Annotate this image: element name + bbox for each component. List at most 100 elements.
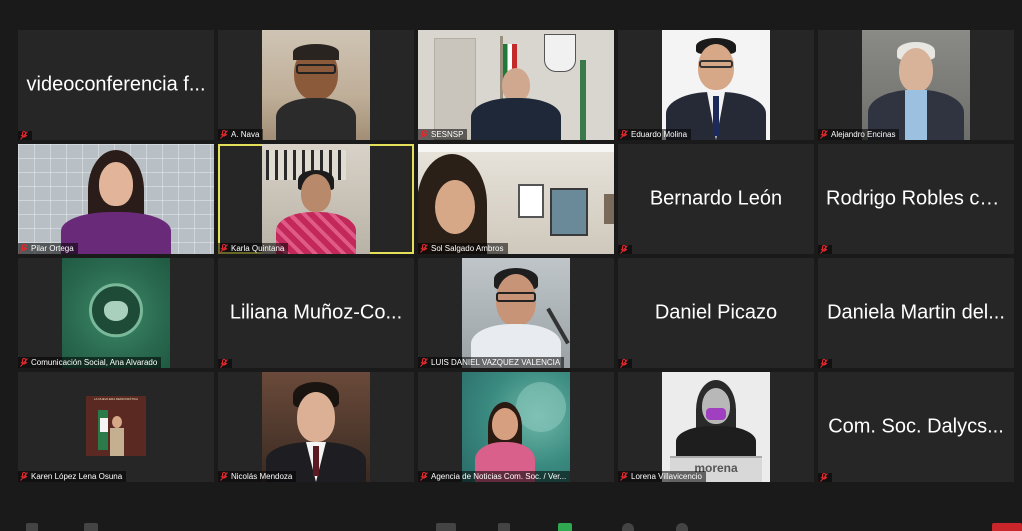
participant-figure [666, 36, 766, 140]
mic-muted-icon [420, 130, 428, 139]
mic-muted-icon [420, 244, 428, 253]
participant-tile[interactable]: Comunicación Social, Ana Alvarado [18, 258, 214, 368]
participant-tile[interactable]: morena Lorena Villavicencio [618, 372, 814, 482]
end-meeting-button[interactable] [992, 523, 1022, 531]
mic-muted-icon [420, 358, 428, 367]
mic-muted-icon [820, 359, 828, 368]
participant-label: Nicolás Mendoza [218, 471, 297, 482]
participant-figure [61, 150, 171, 254]
video-feed [662, 30, 770, 140]
participant-label: Pilar Ortega [18, 243, 78, 254]
mic-muted-icon [820, 473, 828, 482]
participant-tile[interactable]: A. Nava [218, 30, 414, 140]
participant-tile[interactable]: Daniela Martin del... [818, 258, 1014, 368]
participant-label [618, 245, 632, 254]
video-feed [462, 258, 570, 368]
participant-tile[interactable]: LA NUEVA ERA DEMOCRÁTICA Karen López Len… [18, 372, 214, 482]
participant-label: Alejandro Encinas [818, 129, 900, 140]
participant-name: Karen López Lena Osuna [31, 472, 123, 481]
participant-name: Comunicación Social, Ana Alvarado [31, 358, 158, 367]
participant-tile[interactable]: Pilar Ortega [18, 144, 214, 254]
video-feed [18, 144, 214, 254]
participant-tile[interactable]: Sol Salgado Ambros [418, 144, 614, 254]
participant-tile[interactable]: Nicolás Mendoza [218, 372, 414, 482]
participant-label: Karen López Lena Osuna [18, 471, 127, 482]
participant-tile[interactable]: Liliana Muñoz-Co... [218, 258, 414, 368]
participant-display-name: Rodrigo Robles co... [826, 187, 1006, 210]
mic-muted-icon [820, 130, 828, 139]
video-feed [418, 30, 614, 140]
video-feed [418, 144, 614, 254]
participant-name: Nicolás Mendoza [231, 472, 293, 481]
participant-tile[interactable]: Alejandro Encinas [818, 30, 1014, 140]
participant-tile-active-speaker[interactable]: Karla Quintana [218, 144, 414, 254]
participant-name: SESNSP [431, 130, 464, 139]
participant-label: Karla Quintana [218, 243, 289, 254]
participant-label: Eduardo Molina [618, 129, 692, 140]
participant-display-name: Liliana Muñoz-Co... [229, 301, 403, 324]
participant-name: Eduardo Molina [631, 130, 688, 139]
participant-label: Sol Salgado Ambros [418, 243, 508, 254]
participant-name: A. Nava [231, 130, 260, 139]
participant-figure [276, 38, 356, 140]
participant-tile[interactable]: LUIS DANIEL VAZQUEZ VALENCIA [418, 258, 614, 368]
participant-figure [471, 268, 561, 368]
chat-button-icon[interactable] [498, 523, 510, 531]
participant-label [218, 359, 232, 368]
video-button-icon[interactable] [84, 523, 98, 531]
video-feed [862, 30, 970, 140]
mute-button-icon[interactable] [26, 523, 38, 531]
participant-name: LUIS DANIEL VAZQUEZ VALENCIA [431, 358, 561, 367]
participants-button-icon[interactable] [436, 523, 456, 531]
participant-name: Alejandro Encinas [831, 130, 896, 139]
participant-tile[interactable]: Daniel Picazo [618, 258, 814, 368]
participant-tile[interactable]: Eduardo Molina [618, 30, 814, 140]
meeting-toolbar [0, 521, 1022, 531]
participant-tile[interactable]: Rodrigo Robles co... [818, 144, 1014, 254]
participant-tile[interactable]: Bernardo León [618, 144, 814, 254]
participant-display-name: Daniel Picazo [654, 301, 778, 324]
participant-label [618, 359, 632, 368]
participant-label [818, 473, 832, 482]
mic-muted-icon [220, 359, 228, 368]
video-feed: LA NUEVA ERA DEMOCRÁTICA [86, 396, 146, 456]
participant-label: A. Nava [218, 129, 264, 140]
video-feed [262, 30, 370, 140]
participant-label [18, 131, 32, 140]
participant-name: Pilar Ortega [31, 244, 74, 253]
banner-text: LA NUEVA ERA DEMOCRÁTICA [93, 397, 139, 401]
participant-name: Lorena Villavicencio [631, 472, 703, 481]
participant-tile[interactable]: Com. Soc. Dalycs... [818, 372, 1014, 482]
participant-tile[interactable]: videoconferencia f... [18, 30, 214, 140]
participant-figure [868, 40, 964, 140]
participant-tile[interactable]: SESNSP [418, 30, 614, 140]
reactions-button-icon[interactable] [676, 523, 688, 531]
participant-figure [475, 402, 536, 482]
video-feed [262, 144, 370, 254]
participant-label [818, 359, 832, 368]
video-feed [62, 258, 170, 368]
participant-tile[interactable]: Agencia de Noticias Com. Soc. / Ver... [418, 372, 614, 482]
participant-figure [418, 154, 487, 254]
participant-figure [471, 64, 561, 140]
participant-gallery: videoconferencia f... A. Nava SESNSP Edu… [18, 30, 1017, 486]
participant-display-name: Com. Soc. Dalycs... [828, 415, 1004, 438]
mic-muted-icon [620, 245, 628, 254]
mic-muted-icon [20, 131, 28, 140]
mic-muted-icon [20, 472, 28, 481]
mic-muted-icon [20, 244, 28, 253]
mic-muted-icon [220, 244, 228, 253]
mic-muted-icon [220, 130, 228, 139]
participant-label: Agencia de Noticias Com. Soc. / Ver... [418, 471, 571, 482]
participant-display-name: Daniela Martin del... [827, 301, 1005, 324]
share-screen-button-icon[interactable] [558, 523, 572, 531]
record-button-icon[interactable] [622, 523, 634, 531]
participant-display-name: videoconferencia f... [26, 73, 206, 96]
mic-muted-icon [820, 245, 828, 254]
participant-figure [276, 170, 356, 254]
mic-muted-icon [620, 130, 628, 139]
participant-label: Comunicación Social, Ana Alvarado [18, 357, 162, 368]
participant-figure [676, 380, 756, 460]
participant-name: Karla Quintana [231, 244, 285, 253]
participant-label: Lorena Villavicencio [618, 471, 707, 482]
